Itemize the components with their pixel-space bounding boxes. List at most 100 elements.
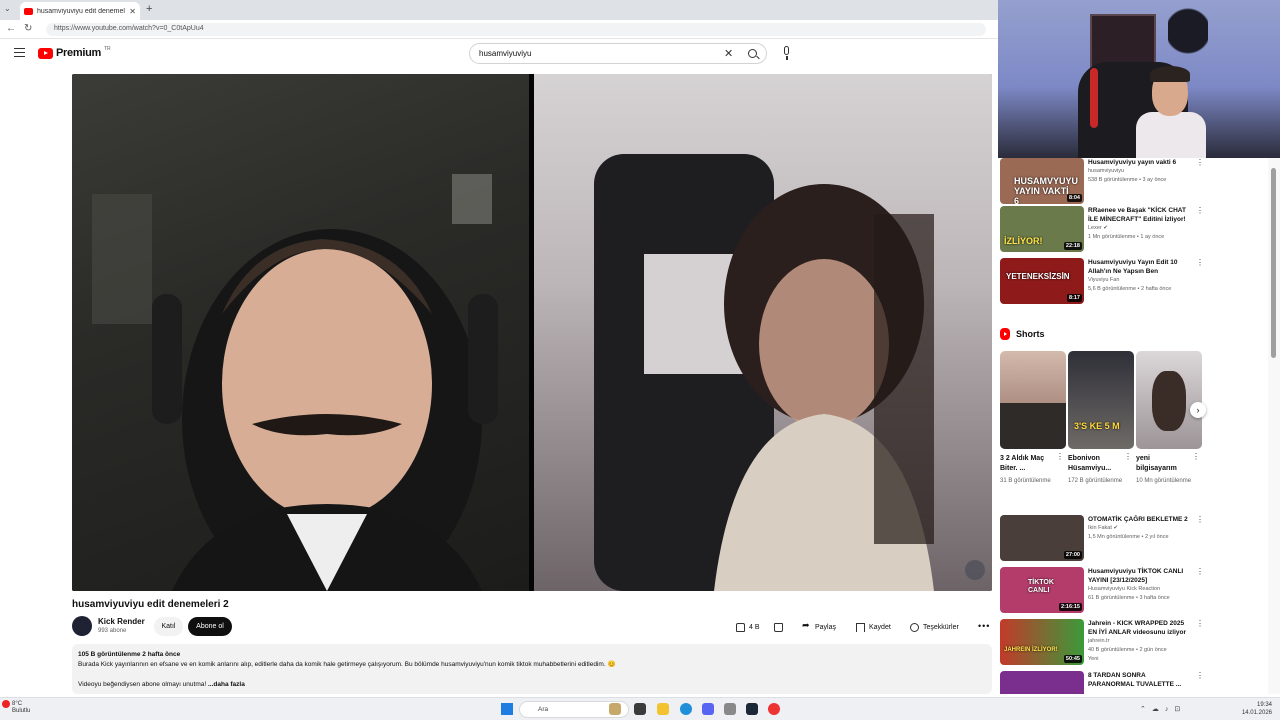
microphone-icon[interactable] xyxy=(780,46,793,61)
system-tray[interactable]: ⌃☁♪⊡ xyxy=(1140,705,1186,713)
menu-icon[interactable] xyxy=(14,48,25,57)
discord-icon[interactable] xyxy=(702,703,714,715)
channel-name[interactable]: Kick Render xyxy=(98,617,145,626)
back-icon[interactable]: ← xyxy=(6,23,16,34)
more-options-icon[interactable]: ⋮ xyxy=(1196,620,1204,628)
short-views: 31 B görüntülenme xyxy=(1000,478,1051,484)
video-thumbnail[interactable]: 27:00 xyxy=(1000,515,1084,561)
related-video[interactable]: TİKTOK CANLI 2:16:15 Husamviyuviyu TİKTO… xyxy=(1000,567,1204,613)
more-options-icon[interactable]: ⋮ xyxy=(1196,672,1204,680)
tab-title: husamviyuviyu edit denemeleri xyxy=(37,7,126,15)
taskbar-search-label: Ara xyxy=(538,706,549,713)
clear-search-icon[interactable]: ✕ xyxy=(724,47,733,60)
related-video-title[interactable]: OTOMATİK ÇAĞRI BEKLETME 2 xyxy=(1088,515,1192,524)
share-button[interactable]: Paylaş xyxy=(802,618,836,636)
tab-search-icon[interactable]: ⌄ xyxy=(4,4,11,13)
channel-avatar[interactable] xyxy=(72,616,92,636)
weather-icon[interactable] xyxy=(2,700,10,708)
more-actions-icon[interactable]: ••• xyxy=(978,621,990,631)
search-icon[interactable] xyxy=(748,49,757,58)
short-thumbnail[interactable] xyxy=(1136,351,1202,449)
short-title[interactable]: Ebonivon Hüsamviyu... xyxy=(1068,454,1124,474)
video-thumbnail[interactable]: YETENEKSİZSİN 8:17 xyxy=(1000,258,1084,304)
related-video-title[interactable]: Husamviyuviyu TİKTOK CANLI YAYINI [23/12… xyxy=(1088,567,1192,585)
close-tab-icon[interactable]: ✕ xyxy=(129,7,136,16)
related-video-title[interactable]: 8 TARDAN SONRA PARANORMAL TUVALETTE ... xyxy=(1088,671,1192,689)
save-button[interactable]: Kaydet xyxy=(856,618,891,636)
youtube-play-icon xyxy=(38,47,53,59)
related-video-channel[interactable]: Lexer ✔ xyxy=(1088,224,1192,233)
search-box[interactable]: husamviyuviyu ✕ xyxy=(469,43,767,64)
file-explorer-icon[interactable] xyxy=(657,703,669,715)
video-thumbnail[interactable] xyxy=(1000,671,1084,694)
more-options-icon[interactable]: ⋮ xyxy=(1056,453,1064,461)
related-video[interactable]: 8 TARDAN SONRA PARANORMAL TUVALETTE ... … xyxy=(1000,671,1204,694)
youtube-logo[interactable]: Premium TR xyxy=(38,46,111,59)
like-button[interactable]: 4 B xyxy=(736,618,760,636)
channel-watermark-icon[interactable] xyxy=(965,560,985,580)
video-thumbnail[interactable]: TİKTOK CANLI 2:16:15 xyxy=(1000,567,1084,613)
related-video-title[interactable]: Husamviyuviyu Yayın Edit 10 Allah'ın Ne … xyxy=(1088,258,1192,276)
more-options-icon[interactable]: ⋮ xyxy=(1196,259,1204,267)
url-field[interactable]: https://www.youtube.com/watch?v=0_C0tApU… xyxy=(46,23,986,36)
subscribe-button[interactable]: Abone ol xyxy=(188,617,232,636)
related-video-title[interactable]: RRaenee ve Başak "KİCK CHAT İLE MİNECRAF… xyxy=(1088,206,1192,224)
dislike-button[interactable] xyxy=(774,618,783,636)
video-player[interactable] xyxy=(72,74,992,591)
related-video[interactable]: 27:00 OTOMATİK ÇAĞRI BEKLETME 2 Ikin Fak… xyxy=(1000,515,1204,561)
browser-tab[interactable]: husamviyuviyu edit denemeleri ✕ xyxy=(20,2,140,20)
clock-time: 19:34 xyxy=(1256,702,1272,708)
video-thumbnail[interactable]: HUSAMVYUYU YAYIN VAKTİ 6 8:04 xyxy=(1000,158,1084,204)
thanks-button[interactable]: Teşekkürler xyxy=(910,618,959,636)
streamer-body xyxy=(1136,112,1206,158)
related-video-title[interactable]: Jahrein - KICK WRAPPED 2025 EN İYİ ANLAR… xyxy=(1088,619,1192,637)
related-video-channel[interactable]: Husamviyuviyu Kick Reaction xyxy=(1088,585,1192,594)
short-thumbnail[interactable]: 3'S KE 5 M xyxy=(1068,351,1134,449)
short-item[interactable]: yeni bilgisayarım 10 Mn görüntülenme ⋮ xyxy=(1136,351,1202,486)
short-thumbnail[interactable] xyxy=(1000,351,1066,449)
page-scrollbar[interactable] xyxy=(1268,158,1280,694)
search-input[interactable]: husamviyuviyu xyxy=(479,49,531,58)
short-item[interactable]: 3'S KE 5 M Ebonivon Hüsamviyu... 172 B g… xyxy=(1068,351,1134,486)
weather-widget[interactable]: 8°C Bulutlu xyxy=(12,701,30,715)
short-title[interactable]: yeni bilgisayarım xyxy=(1136,454,1192,474)
more-options-icon[interactable]: ⋮ xyxy=(1192,453,1200,461)
more-options-icon[interactable]: ⋮ xyxy=(1196,159,1204,167)
description-box[interactable]: 105 B görüntülenme 2 hafta önce Burada K… xyxy=(72,644,992,694)
duration-badge: 8:17 xyxy=(1066,294,1082,302)
edge-icon[interactable] xyxy=(680,703,692,715)
shorts-next-icon[interactable]: › xyxy=(1190,402,1206,418)
more-options-icon[interactable]: ⋮ xyxy=(1196,516,1204,524)
related-video-meta: 1 Mn görüntülenme • 1 ay önce xyxy=(1088,234,1165,240)
chrome-icon[interactable] xyxy=(768,703,780,715)
related-video[interactable]: İZLİYOR! 22:18 RRaenee ve Başak "KİCK CH… xyxy=(1000,206,1204,252)
scrollbar-thumb[interactable] xyxy=(1271,168,1276,358)
related-video[interactable]: YETENEKSİZSİN 8:17 Husamviyuviyu Yayın E… xyxy=(1000,258,1204,304)
show-more-link[interactable]: ...daha fazla xyxy=(208,681,245,688)
short-item[interactable]: 3 2 Aldık Maç Biter. ... 31 B görüntülen… xyxy=(1000,351,1066,486)
clock[interactable]: 19:34 14.01.2026 xyxy=(1238,701,1272,717)
related-video[interactable]: HUSAMVYUYU YAYIN VAKTİ 6 8:04 Husamviyuv… xyxy=(1000,158,1204,204)
task-view-icon[interactable] xyxy=(634,703,646,715)
join-button[interactable]: Katıl xyxy=(154,617,183,636)
related-video[interactable]: JAHREIN İZLİYOR! 50:45 Jahrein - KICK WR… xyxy=(1000,619,1204,665)
related-video-channel[interactable]: Viyuviyu Fan xyxy=(1088,276,1192,285)
more-options-icon[interactable]: ⋮ xyxy=(1124,453,1132,461)
new-badge: Yeni xyxy=(1088,656,1099,662)
video-thumbnail[interactable]: İZLİYOR! 22:18 xyxy=(1000,206,1084,252)
steam-icon[interactable] xyxy=(746,703,758,715)
video-thumbnail[interactable]: JAHREIN İZLİYOR! 50:45 xyxy=(1000,619,1084,665)
start-icon[interactable] xyxy=(501,703,513,715)
related-video-channel[interactable]: husamviyuviyu xyxy=(1088,167,1192,176)
more-options-icon[interactable]: ⋮ xyxy=(1196,568,1204,576)
country-code: TR xyxy=(103,46,111,52)
new-tab-icon[interactable]: + xyxy=(146,3,152,15)
related-video-channel[interactable]: jahrein.tr xyxy=(1088,637,1192,646)
related-video-title[interactable]: Husamviyuviyu yayın vakti 6 xyxy=(1088,158,1192,167)
reload-icon[interactable]: ↻ xyxy=(24,23,32,34)
short-title[interactable]: 3 2 Aldık Maç Biter. ... xyxy=(1000,454,1056,474)
widgets-icon[interactable] xyxy=(609,703,621,715)
more-options-icon[interactable]: ⋮ xyxy=(1196,207,1204,215)
settings-icon[interactable] xyxy=(724,703,736,715)
related-video-channel[interactable]: Ikin Fakat ✔ xyxy=(1088,524,1192,533)
